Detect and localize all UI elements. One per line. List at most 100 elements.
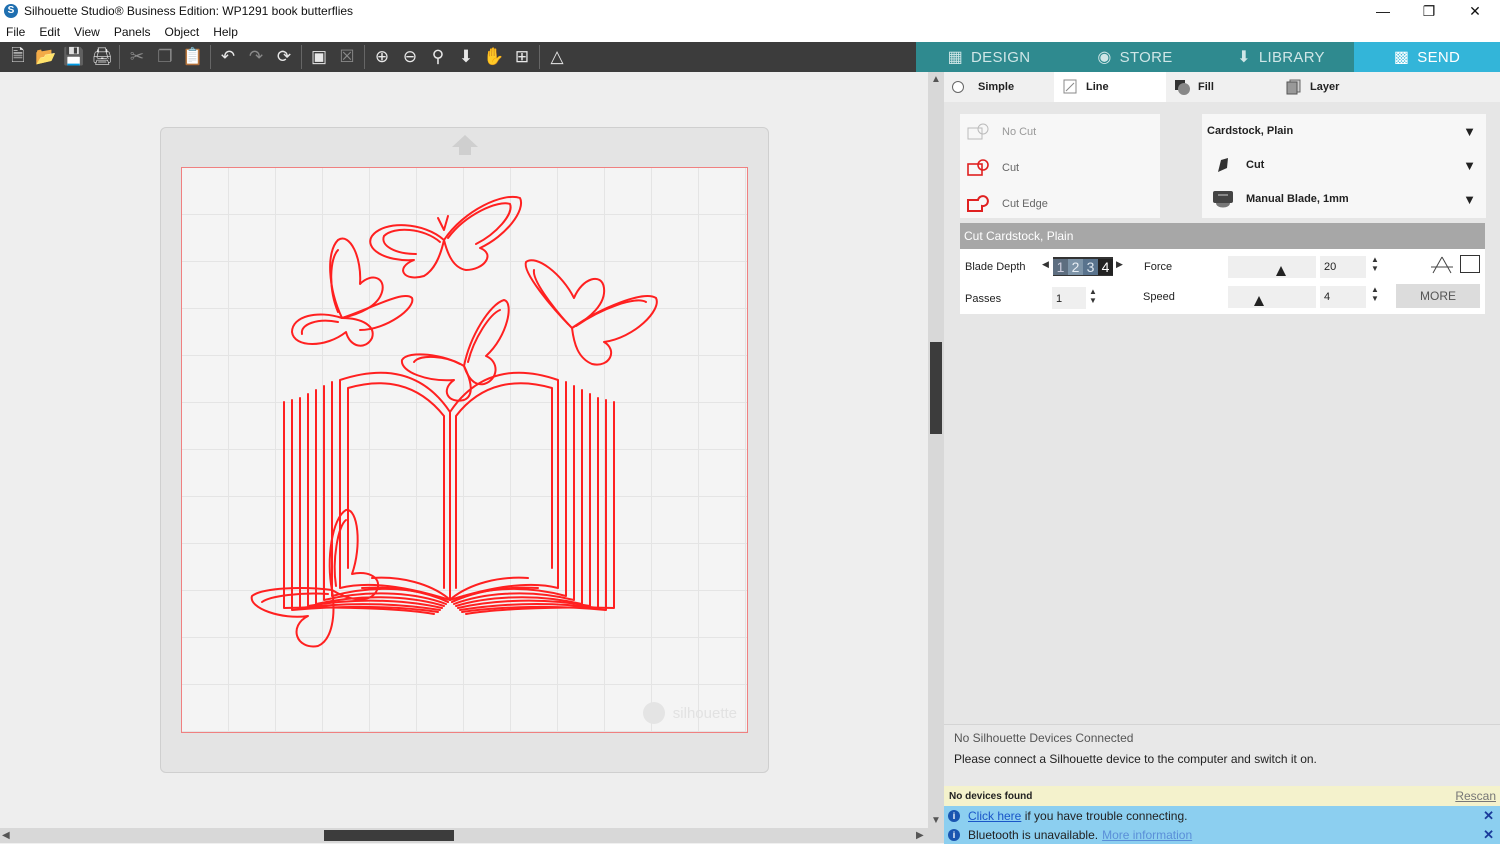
speed-label: Speed [1143,291,1175,303]
tab-line[interactable]: Line [1054,72,1166,102]
horizontal-scrollbar[interactable]: ◀ ▶ [0,828,944,843]
book-butterflies-design[interactable] [182,168,749,734]
redo-icon[interactable]: ↷ [242,44,270,70]
copy-icon[interactable]: ❐ [151,44,179,70]
force-stepper-icon[interactable]: ▲ ▼ [1371,255,1379,273]
restore-button[interactable]: ❐ [1406,0,1452,22]
sketch-pen-icon[interactable] [1431,255,1453,275]
pan-down-icon[interactable]: ⬇ [452,44,480,70]
dropdown-arrow-icon: ▼ [1463,123,1476,139]
menu-edit[interactable]: Edit [39,25,60,39]
scroll-up-icon[interactable]: ▲ [931,74,941,85]
menu-help[interactable]: Help [213,25,238,39]
cut-option-label: Cut [1002,162,1020,174]
force-slider[interactable] [1228,256,1316,278]
cutting-mat: silhouette [160,127,769,773]
fit-to-page-icon[interactable]: ⊞ [508,44,536,70]
cut-icon [967,159,989,176]
cut-option-cut[interactable]: Cut [960,150,1160,186]
tool-value: Manual Blade, 1mm [1246,193,1349,205]
close-banner-icon[interactable]: ✕ [1483,827,1494,843]
tab-layer[interactable]: Layer [1278,72,1390,102]
minimize-button[interactable]: — [1360,0,1406,22]
action-dropdown[interactable]: Cut ▼ [1202,148,1486,182]
force-input[interactable]: 20 [1320,256,1366,278]
zoom-in-icon[interactable]: ⊕ [368,44,396,70]
material-type-dropdown[interactable]: Cardstock, Plain ▼ [1202,114,1486,148]
print-icon[interactable]: 🖨 [88,44,116,70]
save-icon[interactable]: 💾 [60,44,88,70]
tab-fill[interactable]: Fill [1166,72,1278,102]
toolbar-divider [119,45,120,69]
redraw-icon[interactable]: ⟳ [270,44,298,70]
new-document-icon[interactable]: 🗎 [4,44,32,70]
speed-slider-knob[interactable] [1253,296,1264,306]
blade-depth-right-arrow-icon[interactable]: ▶ [1116,259,1123,270]
bluetooth-banner: i Bluetooth is unavailable. More informat… [944,825,1500,844]
color-swatch[interactable] [1460,255,1480,273]
undo-icon[interactable]: ↶ [214,44,242,70]
blade-depth-left-arrow-icon[interactable]: ◀ [1042,259,1049,270]
passes-stepper-icon[interactable]: ▲ ▼ [1089,287,1097,305]
silhouette-logo-icon: S [4,4,18,18]
click-here-link[interactable]: Click here [968,809,1021,823]
nav-tabs: ▦ DESIGN ◉ STORE ⬇ LIBRARY ▩ SEND [916,42,1500,72]
cut-icon[interactable]: ✂ [123,44,151,70]
speed-input[interactable]: 4 [1320,286,1366,308]
menu-object[interactable]: Object [165,25,200,39]
material-settings: Cardstock, Plain ▼ Cut ▼ Manual Blade, 1mm… [1202,114,1486,218]
more-button[interactable]: MORE [1396,284,1480,308]
open-icon[interactable]: 📂 [32,44,60,70]
select-all-icon[interactable]: ▣ [305,44,333,70]
scroll-down-icon[interactable]: ▼ [931,815,941,826]
tab-store[interactable]: ◉ STORE [1062,42,1208,72]
tab-library[interactable]: ⬇ LIBRARY [1208,42,1354,72]
close-button[interactable]: ✕ [1452,0,1498,22]
send-icon: ▩ [1393,49,1410,66]
menu-view[interactable]: View [74,25,100,39]
dropdown-arrow-icon: ▼ [1463,191,1476,207]
material-type-value: Cardstock, Plain [1207,125,1294,137]
cut-option-cut-edge[interactable]: Cut Edge [960,186,1160,222]
close-banner-icon[interactable]: ✕ [1483,808,1494,824]
speed-stepper-icon[interactable]: ▲ ▼ [1371,285,1379,303]
sketch-icon[interactable]: △ [543,44,571,70]
tab-send[interactable]: ▩ SEND [1354,42,1500,72]
tab-design[interactable]: ▦ DESIGN [916,42,1062,72]
force-slider-knob[interactable] [1275,266,1286,276]
horizontal-scroll-thumb[interactable] [324,830,454,841]
deselect-icon[interactable]: ☒ [333,44,361,70]
tool-dropdown[interactable]: Manual Blade, 1mm ▼ [1202,182,1486,216]
zoom-fit-icon[interactable]: ⚲ [424,44,452,70]
passes-input[interactable]: 1 [1052,287,1086,309]
cut-edge-icon [967,195,989,212]
cut-option-no-cut[interactable]: No Cut [960,114,1160,150]
speed-slider[interactable] [1228,286,1316,308]
rescan-link[interactable]: Rescan [1455,789,1496,803]
layer-mode-icon [1286,79,1301,95]
menu-panels[interactable]: Panels [114,25,151,39]
more-information-link[interactable]: More information [1102,828,1192,842]
action-value: Cut [1246,159,1265,171]
connection-help-banner: i Click here if you have trouble connect… [944,806,1500,825]
blade-depth-selector[interactable]: 1234 [1053,257,1113,276]
silhouette-watermark: silhouette [642,702,737,724]
device-message: Please connect a Silhouette device to th… [944,746,1500,786]
vertical-scroll-thumb[interactable] [930,342,942,434]
fill-mode-icon [1175,80,1190,95]
silhouette-logo-icon [642,702,665,724]
scroll-left-icon[interactable]: ◀ [2,830,10,841]
vertical-scrollbar[interactable]: ▲ ▼ [928,72,944,828]
tab-line-label: Line [1086,81,1109,93]
menu-file[interactable]: File [6,25,25,39]
blade-depth-label: Blade Depth [965,261,1026,273]
design-canvas[interactable]: silhouette [0,72,928,828]
paste-icon[interactable]: 📋 [179,44,207,70]
tab-simple[interactable]: Simple [944,72,1054,102]
store-icon: ◉ [1097,49,1112,66]
force-label: Force [1144,261,1173,273]
tab-simple-label: Simple [978,81,1015,93]
zoom-out-icon[interactable]: ⊖ [396,44,424,70]
scroll-right-icon[interactable]: ▶ [916,830,924,841]
pan-hand-icon[interactable]: ✋ [480,44,508,70]
